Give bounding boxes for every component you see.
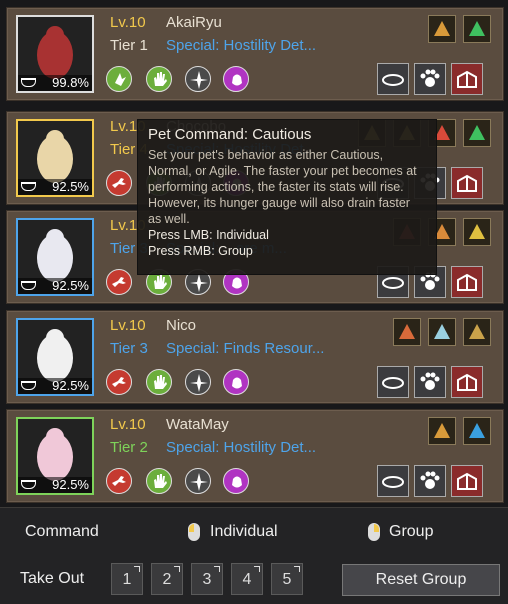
mouse-right-icon — [368, 523, 380, 541]
run-icon[interactable] — [106, 269, 132, 295]
bowl-icon — [21, 182, 36, 191]
take-out-slot-3[interactable]: 3 — [191, 563, 223, 595]
cautious-icon[interactable] — [106, 66, 132, 92]
pet-tier: Tier 3 — [110, 340, 148, 357]
hunger-value: 92.5% — [52, 278, 89, 293]
command-label: Command — [25, 523, 99, 540]
run-icon[interactable] — [106, 468, 132, 494]
pet-special: Special: Finds Resour... — [166, 340, 325, 357]
feed-button[interactable] — [377, 366, 409, 398]
pet-level: Lv.10 — [110, 14, 146, 31]
tooltip-lmb: Press LMB: Individual — [148, 228, 269, 242]
compass-icon[interactable] — [185, 468, 211, 494]
release-button[interactable] — [451, 167, 483, 199]
heart-skill-icon[interactable] — [463, 119, 491, 147]
pet-tier: Tier 1 — [110, 37, 148, 54]
pet-portrait[interactable]: 92.5% — [16, 119, 94, 197]
pet-special: Special: Hostility Det... — [166, 37, 317, 54]
pet-card[interactable]: 99.8% Lv.10 AkaiRyu Tier 1 Special: Hostili… — [6, 7, 504, 101]
pet-name: Nico — [166, 317, 197, 334]
hand-icon[interactable] — [146, 369, 172, 395]
feed-icon[interactable] — [223, 369, 249, 395]
paw-button[interactable] — [414, 63, 446, 95]
bowl-icon — [21, 480, 36, 489]
heart-skill-icon[interactable] — [463, 15, 491, 43]
bowl-icon — [21, 281, 36, 290]
footer-divider — [0, 507, 508, 508]
compass-icon[interactable] — [185, 369, 211, 395]
feed-button[interactable] — [377, 465, 409, 497]
feed-icon[interactable] — [223, 66, 249, 92]
pet-card[interactable]: 92.5% Lv.10 WataMay Tier 2 Special: Hostili… — [6, 409, 504, 503]
pet-name: AkaiRyu — [166, 14, 222, 31]
bowl-icon — [21, 78, 36, 87]
pet-portrait[interactable]: 99.8% — [16, 15, 94, 93]
pet-name: WataMay — [166, 416, 229, 433]
flask-skill-icon[interactable] — [393, 318, 421, 346]
wing-skill-icon[interactable] — [428, 318, 456, 346]
pickaxe-skill-icon[interactable] — [463, 318, 491, 346]
hand-icon[interactable] — [146, 468, 172, 494]
corner-icon — [254, 566, 260, 572]
hunger-gauge: 99.8% — [18, 75, 92, 91]
pet-level: Lv.10 — [110, 416, 146, 433]
compass-icon[interactable] — [185, 66, 211, 92]
paw-button[interactable] — [414, 465, 446, 497]
pet-portrait[interactable]: 92.5% — [16, 218, 94, 296]
signal-skill-icon[interactable] — [463, 417, 491, 445]
feed-icon[interactable] — [223, 468, 249, 494]
tooltip-title: Pet Command: Cautious — [148, 126, 312, 143]
mouse-left-icon — [188, 523, 200, 541]
pet-card[interactable]: 92.5% Lv.10 Nico Tier 3 Special: Finds Reso… — [6, 310, 504, 404]
scorpion-skill-icon[interactable] — [428, 417, 456, 445]
scorpion-skill-icon[interactable] — [428, 15, 456, 43]
pet-portrait[interactable]: 92.5% — [16, 417, 94, 495]
tooltip-rmb: Press RMB: Group — [148, 244, 253, 258]
take-out-slot-5[interactable]: 5 — [271, 563, 303, 595]
hunger-value: 92.5% — [52, 179, 89, 194]
release-button[interactable] — [451, 465, 483, 497]
hunger-gauge: 92.5% — [18, 477, 92, 493]
bowl-icon — [21, 381, 36, 390]
corner-icon — [214, 566, 220, 572]
individual-label: Individual — [210, 523, 278, 540]
release-button[interactable] — [451, 63, 483, 95]
take-out-slot-4[interactable]: 4 — [231, 563, 263, 595]
corner-icon — [174, 566, 180, 572]
hunger-value: 92.5% — [52, 477, 89, 492]
command-tooltip: Pet Command: Cautious Set your pet's beh… — [137, 119, 437, 275]
reset-group-button[interactable]: Reset Group — [342, 564, 500, 596]
hunger-gauge: 92.5% — [18, 278, 92, 294]
hunger-gauge: 92.5% — [18, 179, 92, 195]
run-icon[interactable] — [106, 170, 132, 196]
hand-icon[interactable] — [146, 66, 172, 92]
paw-button[interactable] — [414, 366, 446, 398]
take-out-label: Take Out — [20, 570, 85, 587]
take-out-slot-1[interactable]: 1 — [111, 563, 143, 595]
run-icon[interactable] — [106, 369, 132, 395]
pet-tier: Tier 2 — [110, 439, 148, 456]
hunger-value: 99.8% — [52, 75, 89, 90]
tooltip-description: Set your pet's behavior as either Cautio… — [148, 148, 417, 226]
shield-skill-icon[interactable] — [463, 218, 491, 246]
release-button[interactable] — [451, 266, 483, 298]
pet-level: Lv.10 — [110, 317, 146, 334]
feed-button[interactable] — [377, 63, 409, 95]
corner-icon — [134, 566, 140, 572]
hunger-gauge: 92.5% — [18, 378, 92, 394]
corner-icon — [294, 566, 300, 572]
take-out-slot-2[interactable]: 2 — [151, 563, 183, 595]
pet-portrait[interactable]: 92.5% — [16, 318, 94, 396]
pet-special: Special: Hostility Det... — [166, 439, 317, 456]
group-label: Group — [389, 523, 434, 540]
hunger-value: 92.5% — [52, 378, 89, 393]
release-button[interactable] — [451, 366, 483, 398]
